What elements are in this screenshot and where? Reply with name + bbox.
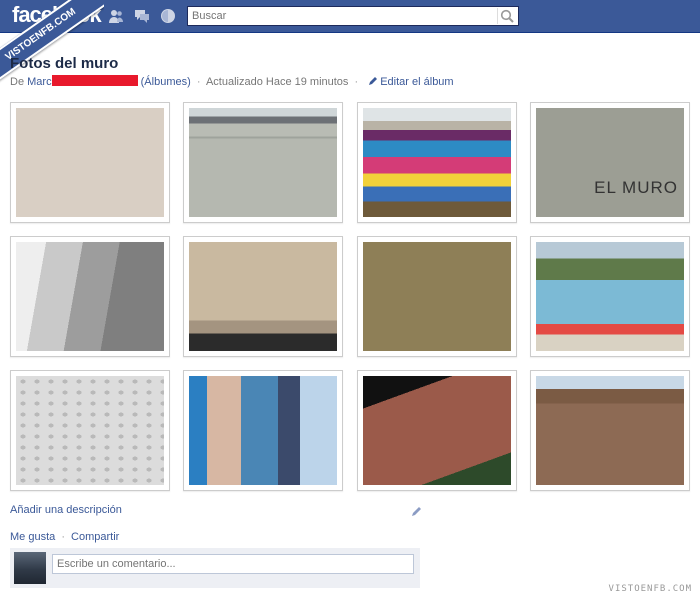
footer-watermark: VISTOENFB.COM (608, 584, 692, 594)
share-link[interactable]: Compartir (71, 531, 119, 543)
photo-block-wall-el-muro[interactable]: EL MURO (530, 102, 690, 223)
album-title: Fotos del muro (10, 55, 119, 72)
albums-link[interactable]: (Álbumes) (141, 76, 191, 88)
like-link[interactable]: Me gusta (10, 531, 55, 543)
comment-box (10, 548, 420, 588)
facebook-logo[interactable]: facebook (12, 2, 102, 28)
search-box (187, 6, 519, 26)
search-input[interactable] (188, 7, 492, 25)
album-meta: De Marc (Álbumes) · Actualizado Hace 19 … (10, 75, 454, 88)
avatar (14, 552, 46, 584)
comment-input[interactable] (52, 554, 414, 574)
photo-yellow-brick-wall[interactable] (357, 236, 517, 357)
edit-pencil-icon[interactable] (411, 505, 423, 517)
friend-requests-icon[interactable] (108, 8, 124, 24)
photo-east-side-gallery[interactable] (183, 370, 343, 491)
search-icon[interactable] (497, 8, 516, 24)
photo-brick-wall-red[interactable] (10, 102, 170, 223)
messages-icon[interactable] (134, 8, 150, 24)
jewel-icons (108, 8, 176, 24)
photo-stone-wall-perspective[interactable] (10, 236, 170, 357)
el-muro-graffiti: EL MURO (594, 178, 678, 197)
pencil-icon (369, 77, 378, 85)
add-description-link[interactable]: Añadir una descripción (10, 504, 122, 516)
owner-prefix: De (10, 76, 28, 88)
photo-concrete-wall[interactable] (183, 102, 343, 223)
edit-album-link[interactable]: Editar el álbum (380, 76, 453, 88)
photo-brick-wall-night[interactable] (357, 370, 517, 491)
top-bar: facebook (0, 0, 700, 33)
photo-tuff-stone-wall[interactable] (530, 370, 690, 491)
photo-graffiti-monsters-wall[interactable] (530, 236, 690, 357)
photo-western-wall[interactable] (183, 236, 343, 357)
notifications-icon[interactable] (160, 8, 176, 24)
photo-berlin-wall-graffiti[interactable] (357, 102, 517, 223)
photo-white-stone-wall[interactable] (10, 370, 170, 491)
action-links: Me gusta · Compartir (10, 531, 120, 543)
updated-time: Actualizado Hace 19 minutos (205, 76, 349, 88)
owner-link[interactable]: Marc (27, 76, 51, 88)
redaction-bar (51, 75, 138, 86)
